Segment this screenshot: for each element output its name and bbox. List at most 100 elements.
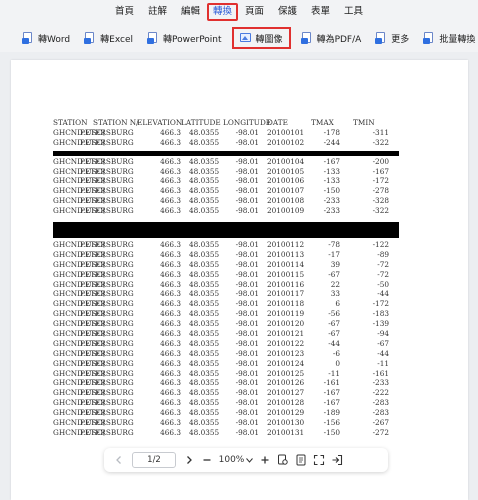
batch-convert-label: 批量轉換 [439,34,476,45]
cell-tmin: -72 [377,259,389,269]
cell-longitude: -98.01 [235,196,259,206]
menu-tools[interactable]: 工具 [337,3,370,21]
zoom-in-icon[interactable] [256,451,274,469]
table-row: GHCND:USC(PETERSBURG 466.3 48.0355 -98.01 20… [53,309,403,319]
cell-latitude: 48.0355 [189,329,220,339]
cell-date: 20100108 [267,196,305,206]
cell-tmin: -139 [372,319,389,329]
next-page-icon[interactable] [180,451,198,469]
zoom-out-icon[interactable] [198,451,216,469]
menu-page[interactable]: 頁面 [238,3,271,21]
cell-elevation: 466.3 [160,259,181,269]
prev-page-icon[interactable] [110,451,128,469]
menu-annotate[interactable]: 註解 [141,3,174,21]
header-station: STATION [53,118,88,127]
cell-elevation: 466.3 [160,156,181,166]
cell-longitude: -98.01 [235,279,259,289]
cell-tmin: -278 [372,186,389,196]
cell-longitude: -98.01 [235,368,259,378]
cell-longitude: -98.01 [235,269,259,279]
cell-elevation: 466.3 [160,196,181,206]
to-powerpoint-button[interactable]: 轉PowerPoint [146,27,222,49]
table-row: GHCND:USC(PETERSBURG 466.3 48.0355 -98.01 20… [53,128,403,138]
table-row: GHCND:USC(PETERSBURG 466.3 48.0355 -98.01 20… [53,206,403,216]
cell-longitude: -98.01 [235,348,259,358]
cell-date: 20100101 [267,127,305,137]
cell-station-name: PETERSBURG [80,206,134,216]
data-table: STATION STATION N/ ELEVATION LATITUDE LO… [53,118,403,438]
cell-longitude: -98.01 [235,137,259,147]
cell-tmax: 33 [330,289,340,299]
cell-tmin: -328 [372,196,389,206]
cell-tmin: -233 [372,378,389,388]
fullscreen-icon[interactable] [310,451,328,469]
document-viewport[interactable]: STATION STATION N/ ELEVATION LATITUDE LO… [0,52,478,500]
cell-date: 20100117 [267,289,305,299]
cell-date: 20100113 [267,249,305,259]
fit-page-icon[interactable] [274,451,292,469]
menu-form[interactable]: 表單 [304,3,337,21]
cell-tmax: -133 [323,176,340,186]
table-row: GHCND:USC(PETERSBURG 466.3 48.0355 -98.01 20… [53,167,403,177]
batch-convert-button[interactable]: 批量轉換 [423,27,475,49]
cell-tmin: -161 [372,368,389,378]
zoom-level-select[interactable]: 100% [216,448,256,472]
cell-latitude: 48.0355 [189,269,220,279]
table-row: GHCND:USC(PETERSBURG 466.3 48.0355 -98.01 20… [53,428,403,438]
cell-longitude: -98.01 [235,299,259,309]
zoom-level: 100% [218,455,245,465]
cell-date: 20100123 [267,348,305,358]
menu-edit[interactable]: 編輯 [174,3,207,21]
cell-elevation: 466.3 [160,427,181,437]
cell-tmax: -44 [328,338,340,348]
cell-station-name: PETERSBURG [80,196,134,206]
cell-date: 20100102 [267,137,305,147]
cell-tmax: -178 [323,127,340,137]
more-button[interactable]: 更多 [375,27,409,49]
table-row: GHCND:USC(PETERSBURG 466.3 48.0355 -98.01 20… [53,349,403,359]
page-view-icon[interactable] [292,451,310,469]
cell-tmax: -150 [323,427,340,437]
table-row: GHCND:USC(PETERSBURG 466.3 48.0355 -98.01 20… [53,299,403,309]
cell-date: 20100114 [267,259,305,269]
excel-file-icon [84,32,96,44]
to-excel-button[interactable]: 轉Excel [84,27,133,49]
cell-tmax: 6 [335,299,340,309]
cell-tmin: -267 [372,418,389,428]
cell-tmin: -172 [372,299,389,309]
header-station-name: STATION N/ [93,118,139,127]
table-row: GHCND:USC(PETERSBURG 466.3 48.0355 -98.01 20… [53,398,403,408]
to-word-button[interactable]: 轉Word [22,27,70,49]
cell-date: 20100124 [267,358,305,368]
cell-elevation: 466.3 [160,319,181,329]
exit-presentation-icon[interactable] [328,451,346,469]
menu-convert[interactable]: 轉換 [206,3,238,21]
cell-latitude: 48.0355 [189,259,220,269]
cell-elevation: 466.3 [160,329,181,339]
cell-tmax: -11 [328,368,340,378]
table-row: GHCND:USC(PETERSBURG 466.3 48.0355 -98.01 20… [53,138,403,148]
cell-longitude: -98.01 [235,127,259,137]
cell-tmax: -161 [323,378,340,388]
menu-home[interactable]: 首頁 [108,3,141,21]
cell-station-name: PETERSBURG [80,127,134,137]
cell-elevation: 466.3 [160,299,181,309]
menu-protect[interactable]: 保護 [271,3,304,21]
cell-tmin: -89 [377,249,389,259]
cell-latitude: 48.0355 [189,206,220,216]
to-pdfa-button[interactable]: 轉為PDF/A [300,27,361,49]
cell-tmax: -67 [328,329,340,339]
page-number-input[interactable]: 1/2 [132,452,176,468]
cell-tmax: -233 [323,206,340,216]
cell-station-name: PETERSBURG [80,378,134,388]
table-row: GHCND:USC(PETERSBURG 466.3 48.0355 -98.01 20… [53,186,403,196]
cell-latitude: 48.0355 [189,127,220,137]
cell-tmax: -133 [323,166,340,176]
to-image-button[interactable]: 轉圖像 [231,27,291,49]
cell-longitude: -98.01 [235,388,259,398]
cell-longitude: -98.01 [235,240,259,250]
cell-elevation: 466.3 [160,249,181,259]
cell-longitude: -98.01 [235,166,259,176]
cell-latitude: 48.0355 [189,156,220,166]
cell-station-name: PETERSBURG [80,319,134,329]
